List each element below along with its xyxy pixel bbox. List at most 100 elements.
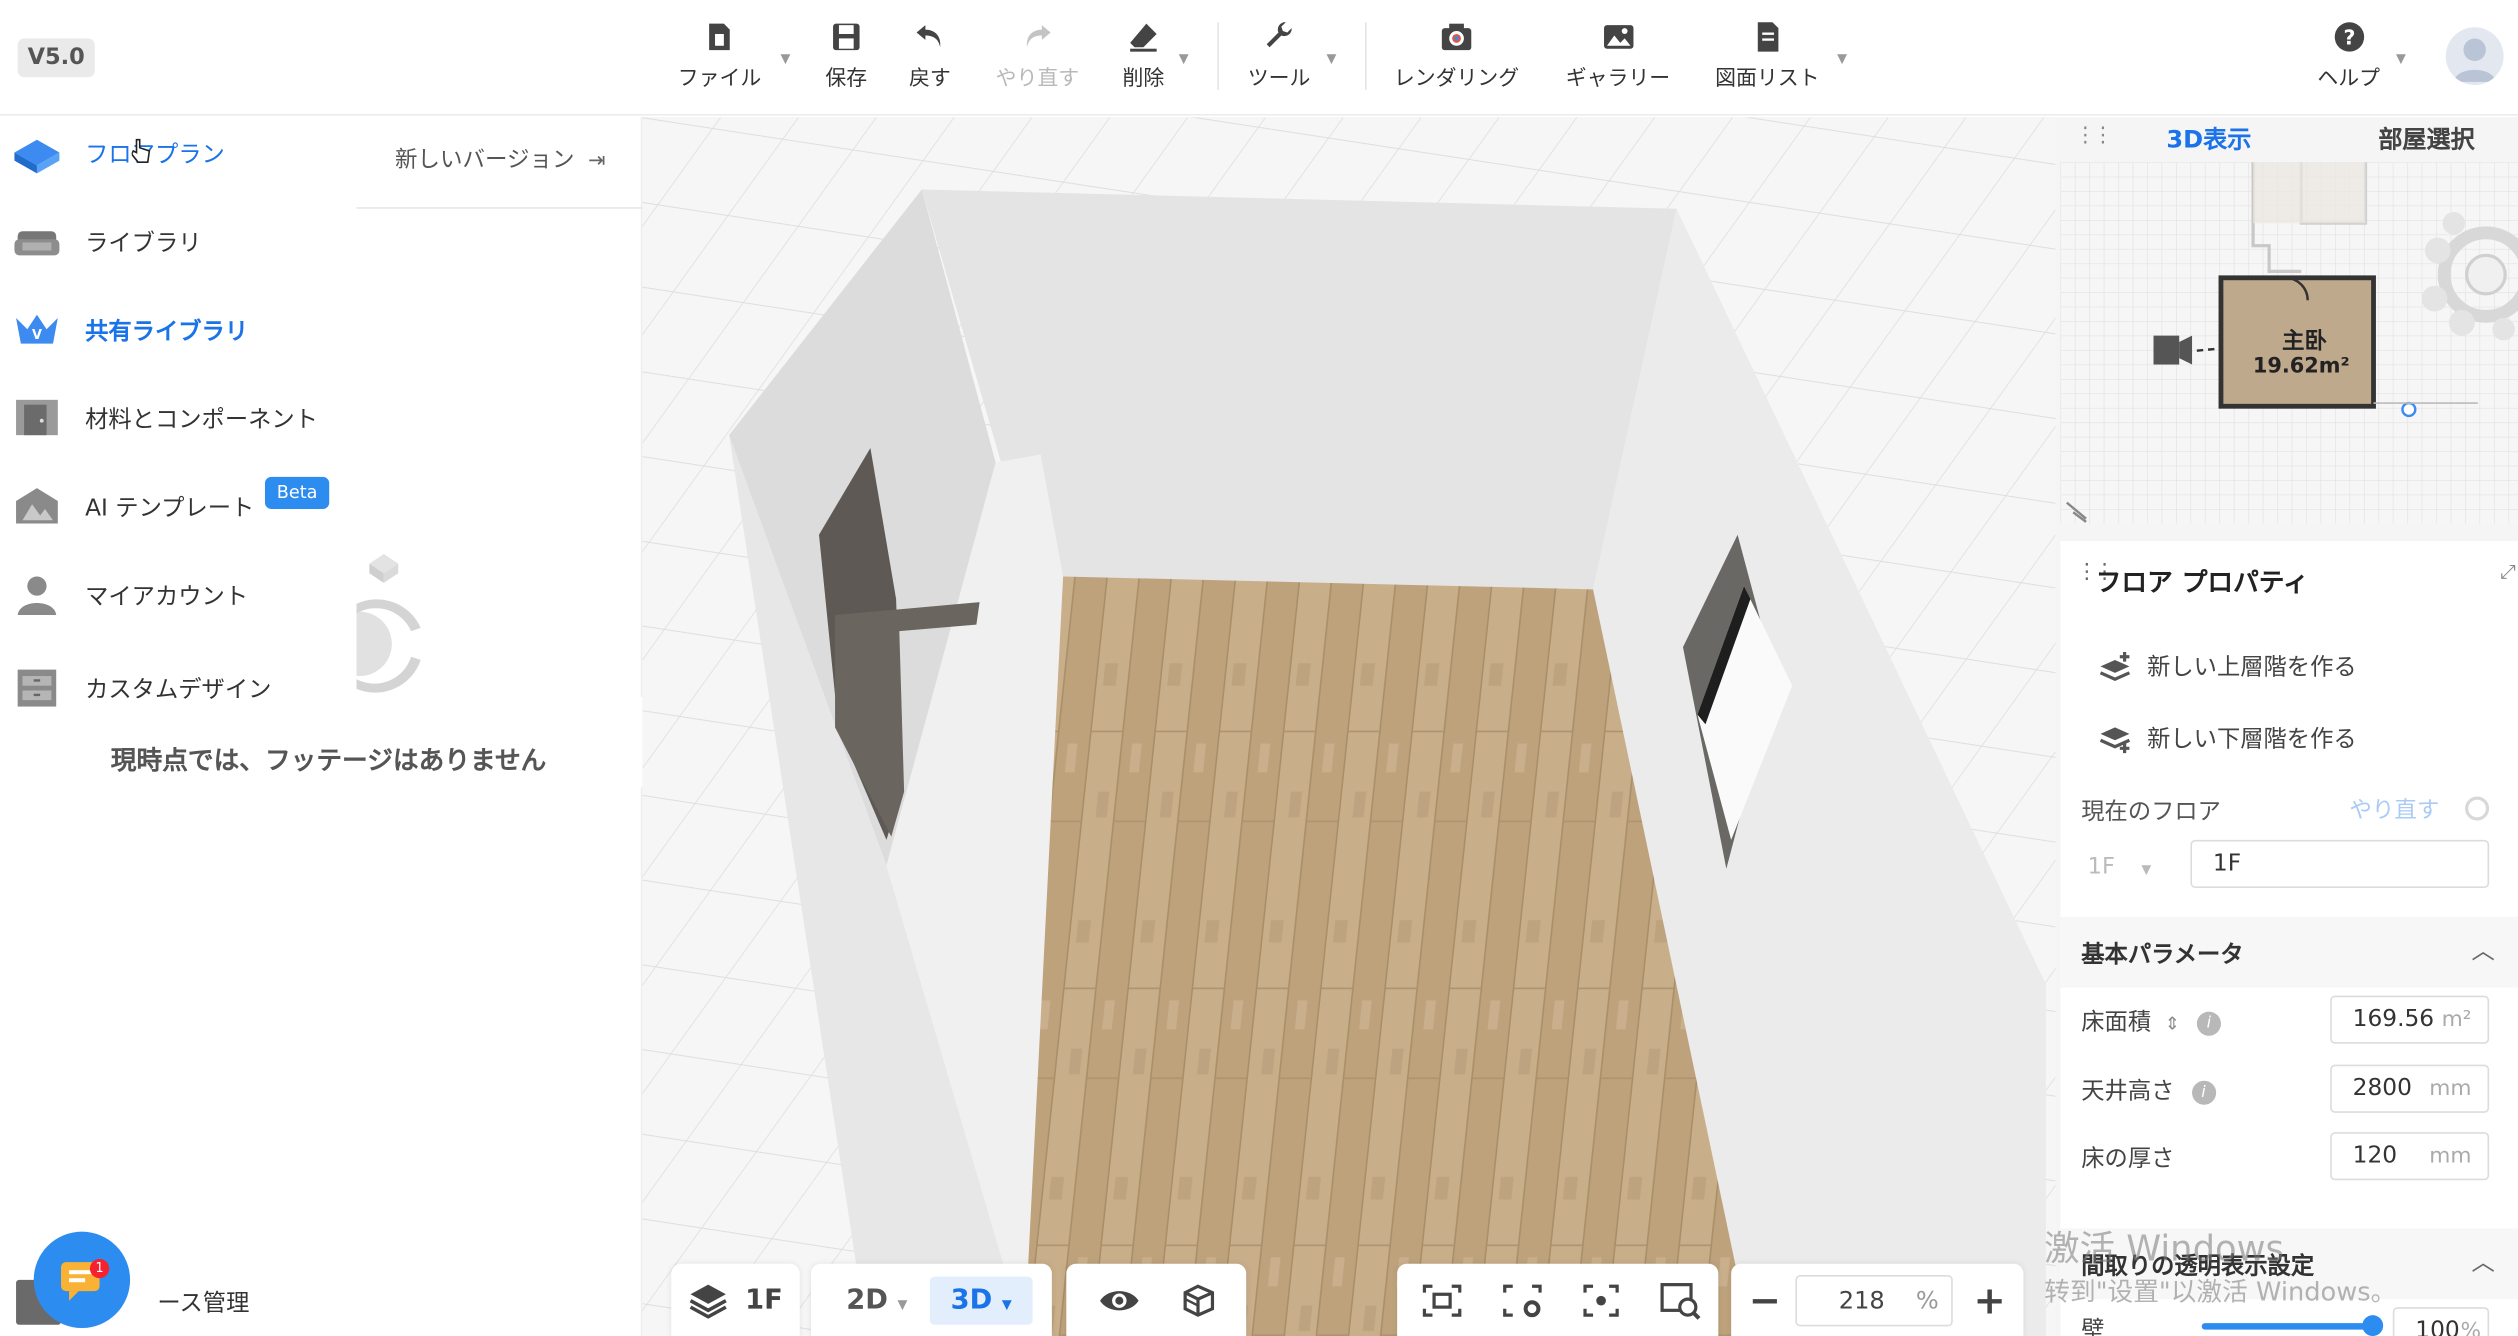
focus-icon[interactable] xyxy=(1580,1281,1622,1320)
floor-area-input[interactable]: 169.56 m² xyxy=(2330,995,2490,1044)
wall-label: 壁 xyxy=(2081,1318,2105,1336)
camera-icon xyxy=(1441,23,1472,51)
notification-badge: 1 xyxy=(89,1258,110,1279)
drawing-list-button[interactable]: 図面リスト xyxy=(1715,19,1820,99)
ceiling-height-unit: mm xyxy=(2429,1075,2472,1102)
floor-thickness-value: 120 xyxy=(2352,1143,2398,1170)
zoom-unit: % xyxy=(1915,1286,1939,1316)
current-floor-input[interactable]: 1F xyxy=(2190,839,2490,889)
undo-button[interactable]: 戻す xyxy=(909,19,951,99)
mode-3d-label: 3D xyxy=(950,1284,993,1317)
redo-label: やり直す xyxy=(995,67,1080,92)
sidebar-item-shared-library[interactable]: V 共有ライブラリ xyxy=(0,297,357,361)
floor-area-value: 169.56 xyxy=(2352,1006,2435,1033)
expand-icon[interactable]: ⤢ xyxy=(2500,560,2515,584)
floor-thickness-unit: mm xyxy=(2429,1143,2472,1170)
cube-icon[interactable] xyxy=(1179,1281,1218,1320)
zoom-area-icon[interactable] xyxy=(1657,1280,1702,1322)
mode-3d-button[interactable]: 3D ▼ xyxy=(929,1276,1033,1325)
sidebar-item-label: カスタムデザイン xyxy=(85,676,272,703)
mode-2d-button[interactable]: 2D ▼ xyxy=(827,1277,927,1325)
wall-transparency-unit: % xyxy=(2460,1318,2482,1336)
delete-button[interactable]: 削除 xyxy=(1123,19,1164,99)
chat-icon xyxy=(61,1262,100,1301)
tools-menu-button[interactable]: ツール xyxy=(1248,19,1310,99)
delete-chevron-down-icon[interactable]: ▼ xyxy=(1179,51,1189,65)
svg-text:?: ? xyxy=(2343,25,2355,49)
minimap[interactable]: 主卧 19.62m² xyxy=(2060,162,2518,524)
resource-management-label[interactable]: ース管理 xyxy=(157,1285,249,1319)
chat-support-button[interactable] xyxy=(33,1231,131,1328)
sidebar-item-custom-design[interactable]: カスタムデザイン xyxy=(0,655,357,719)
eye-icon[interactable] xyxy=(1098,1285,1140,1317)
floor-area-unit: m² xyxy=(2441,1006,2472,1033)
add-lower-floor-icon xyxy=(2099,726,2131,753)
tab-3d-view[interactable]: 3D表示 xyxy=(2166,122,2251,156)
new-version-link[interactable]: 新しいバージョン ⇥ xyxy=(395,143,606,175)
sort-icon[interactable]: ⇕ xyxy=(2165,1013,2180,1034)
current-floor-redo-link[interactable]: やり直す xyxy=(2349,793,2439,825)
toolbar-divider xyxy=(1365,22,1367,90)
3d-viewport[interactable] xyxy=(642,117,2056,1336)
layers-icon xyxy=(689,1284,727,1319)
wall-transparency-slider[interactable] xyxy=(2201,1323,2372,1330)
clock-icon xyxy=(2465,796,2490,821)
file-chevron-down-icon[interactable]: ▼ xyxy=(780,51,790,65)
floor-thickness-input[interactable]: 120 mm xyxy=(2330,1132,2490,1181)
help-button[interactable]: ? ヘルプ xyxy=(2317,19,2380,99)
help-icon: ? xyxy=(2333,22,2364,52)
mode-2d-label: 2D xyxy=(846,1284,888,1317)
slider-handle[interactable] xyxy=(2362,1315,2384,1336)
redo-icon xyxy=(1026,25,1051,48)
ceiling-height-input[interactable]: 2800 mm xyxy=(2330,1064,2490,1113)
redo-button[interactable]: やり直す xyxy=(995,19,1080,99)
gallery-button[interactable]: ギャラリー xyxy=(1566,19,1670,99)
sidebar-item-materials[interactable]: 材料とコンポーネント xyxy=(0,385,357,449)
info-icon[interactable]: i xyxy=(2196,1010,2221,1035)
save-button[interactable]: 保存 xyxy=(825,19,867,99)
drawing-list-chevron-down-icon[interactable]: ▼ xyxy=(1837,51,1847,65)
sidebar-item-floorplan[interactable]: フロアプラン xyxy=(0,120,357,184)
user-avatar-icon xyxy=(2453,38,2496,82)
3d-room-scene xyxy=(642,117,2056,1336)
file-menu-button[interactable]: ファイル xyxy=(678,19,761,99)
help-chevron-down-icon[interactable]: ▼ xyxy=(2396,51,2406,65)
crown-icon: V xyxy=(16,314,58,344)
new-lower-floor-button[interactable]: 新しい下層階を作る xyxy=(2099,721,2357,755)
info-icon[interactable]: i xyxy=(2191,1079,2216,1104)
fit-view-icon[interactable] xyxy=(1420,1281,1465,1320)
document-icon xyxy=(1756,22,1778,52)
zoom-input[interactable]: 218 % xyxy=(1795,1275,1953,1327)
basic-params-section-header[interactable]: 基本パラメータ ︿ xyxy=(2060,916,2518,988)
sidebar-item-my-account[interactable]: マイアカウント xyxy=(0,562,357,626)
drag-handle-icon[interactable]: ⋮⋮ xyxy=(2075,124,2114,148)
new-upper-floor-button[interactable]: 新しい上層階を作る xyxy=(2099,649,2357,683)
zoom-in-icon[interactable]: + xyxy=(1972,1278,2007,1323)
sidebar-item-label: ライブラリ xyxy=(85,230,202,257)
gallery-label: ギャラリー xyxy=(1565,67,1671,92)
sidebar-item-label: フロアプラン xyxy=(85,142,225,168)
view-settings-icon[interactable] xyxy=(1500,1281,1545,1320)
tab-room-select[interactable]: 部屋選択 xyxy=(2378,122,2474,156)
version-badge: V5.0 xyxy=(17,38,95,78)
sidebar-item-label: 材料とコンポーネント xyxy=(85,407,318,433)
help-label: ヘルプ xyxy=(2317,67,2380,92)
current-floor-label: 現在のフロア xyxy=(2081,799,2221,826)
sidebar-item-library[interactable]: ライブラリ xyxy=(0,209,357,273)
wall-transparency-input[interactable]: 100 % xyxy=(2392,1307,2490,1336)
rendering-button[interactable]: レンダリング xyxy=(1394,19,1519,99)
zoom-control: − 218 % + xyxy=(1731,1263,2024,1336)
ai-template-icon xyxy=(16,488,58,524)
toolbar-divider xyxy=(1217,22,1219,90)
floor-selector[interactable]: 1F xyxy=(671,1263,800,1336)
save-icon xyxy=(833,23,860,51)
door-icon xyxy=(16,399,58,436)
basic-params-title: 基本パラメータ xyxy=(2081,942,2244,969)
zoom-out-icon[interactable]: − xyxy=(1747,1278,1782,1323)
tools-chevron-down-icon[interactable]: ▼ xyxy=(1326,51,1336,65)
beta-badge: Beta xyxy=(264,476,330,510)
sidebar-item-label: マイアカウント xyxy=(85,583,249,610)
current-floor-select[interactable]: 1F ▼ xyxy=(2081,843,2177,891)
ceiling-height-label: 天井高さ xyxy=(2081,1079,2175,1105)
avatar[interactable] xyxy=(2445,27,2504,86)
